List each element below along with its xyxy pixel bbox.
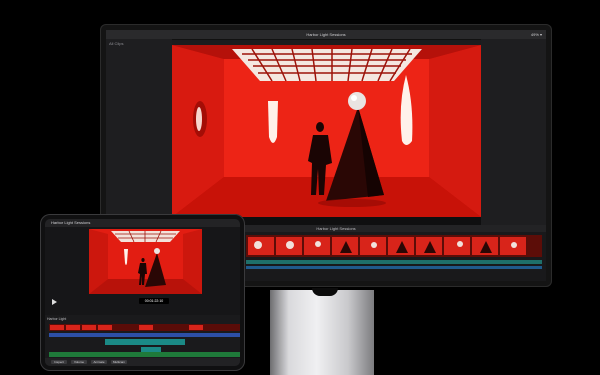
- ipad-video-track[interactable]: [49, 324, 240, 331]
- monitor-app-title: Harbor Light Sessions: [306, 32, 346, 37]
- volume-button[interactable]: Volume: [71, 360, 87, 364]
- multicam-button[interactable]: Multicam: [111, 360, 127, 364]
- viewer-frame: [172, 45, 481, 217]
- video-clip-strip[interactable]: [246, 235, 542, 257]
- ipad-viewer[interactable]: [89, 229, 202, 294]
- ipad-music-track[interactable]: [49, 352, 240, 357]
- zoom-menu[interactable]: 49% ▾: [510, 31, 542, 38]
- ipad-screen: Harbor Light Sessions 00:01:22:10 Harbor…: [45, 219, 240, 366]
- light-ceiling-icon: [232, 48, 422, 82]
- monitor-viewer[interactable]: [172, 45, 481, 217]
- clip-thumbnails: [246, 235, 542, 257]
- stand-cable-hole: [312, 288, 338, 296]
- monitor-stand: [270, 290, 374, 375]
- play-icon[interactable]: [52, 299, 57, 305]
- timeline-title: Harbor Light Sessions: [316, 226, 356, 231]
- ipad-project-title: Harbor Light Sessions: [51, 220, 91, 225]
- browser-label: All Clips: [109, 41, 124, 46]
- ipad-blue-track[interactable]: [49, 333, 240, 337]
- browser-panel: [106, 39, 172, 225]
- ipad-viewer-frame: [89, 229, 202, 294]
- audio-track-teal[interactable]: [246, 260, 542, 264]
- timecode-display: 00:01:22:10: [139, 298, 169, 304]
- inspect-button[interactable]: Inspect: [51, 360, 67, 364]
- ipad-device: Harbor Light Sessions 00:01:22:10 Harbor…: [40, 214, 245, 371]
- ipad-audio-track[interactable]: [105, 339, 185, 345]
- inspector-panel: [481, 39, 546, 225]
- animate-button[interactable]: Animate: [91, 360, 107, 364]
- ipad-clip-thumbs: [50, 325, 203, 330]
- audio-track-blue[interactable]: [246, 266, 542, 269]
